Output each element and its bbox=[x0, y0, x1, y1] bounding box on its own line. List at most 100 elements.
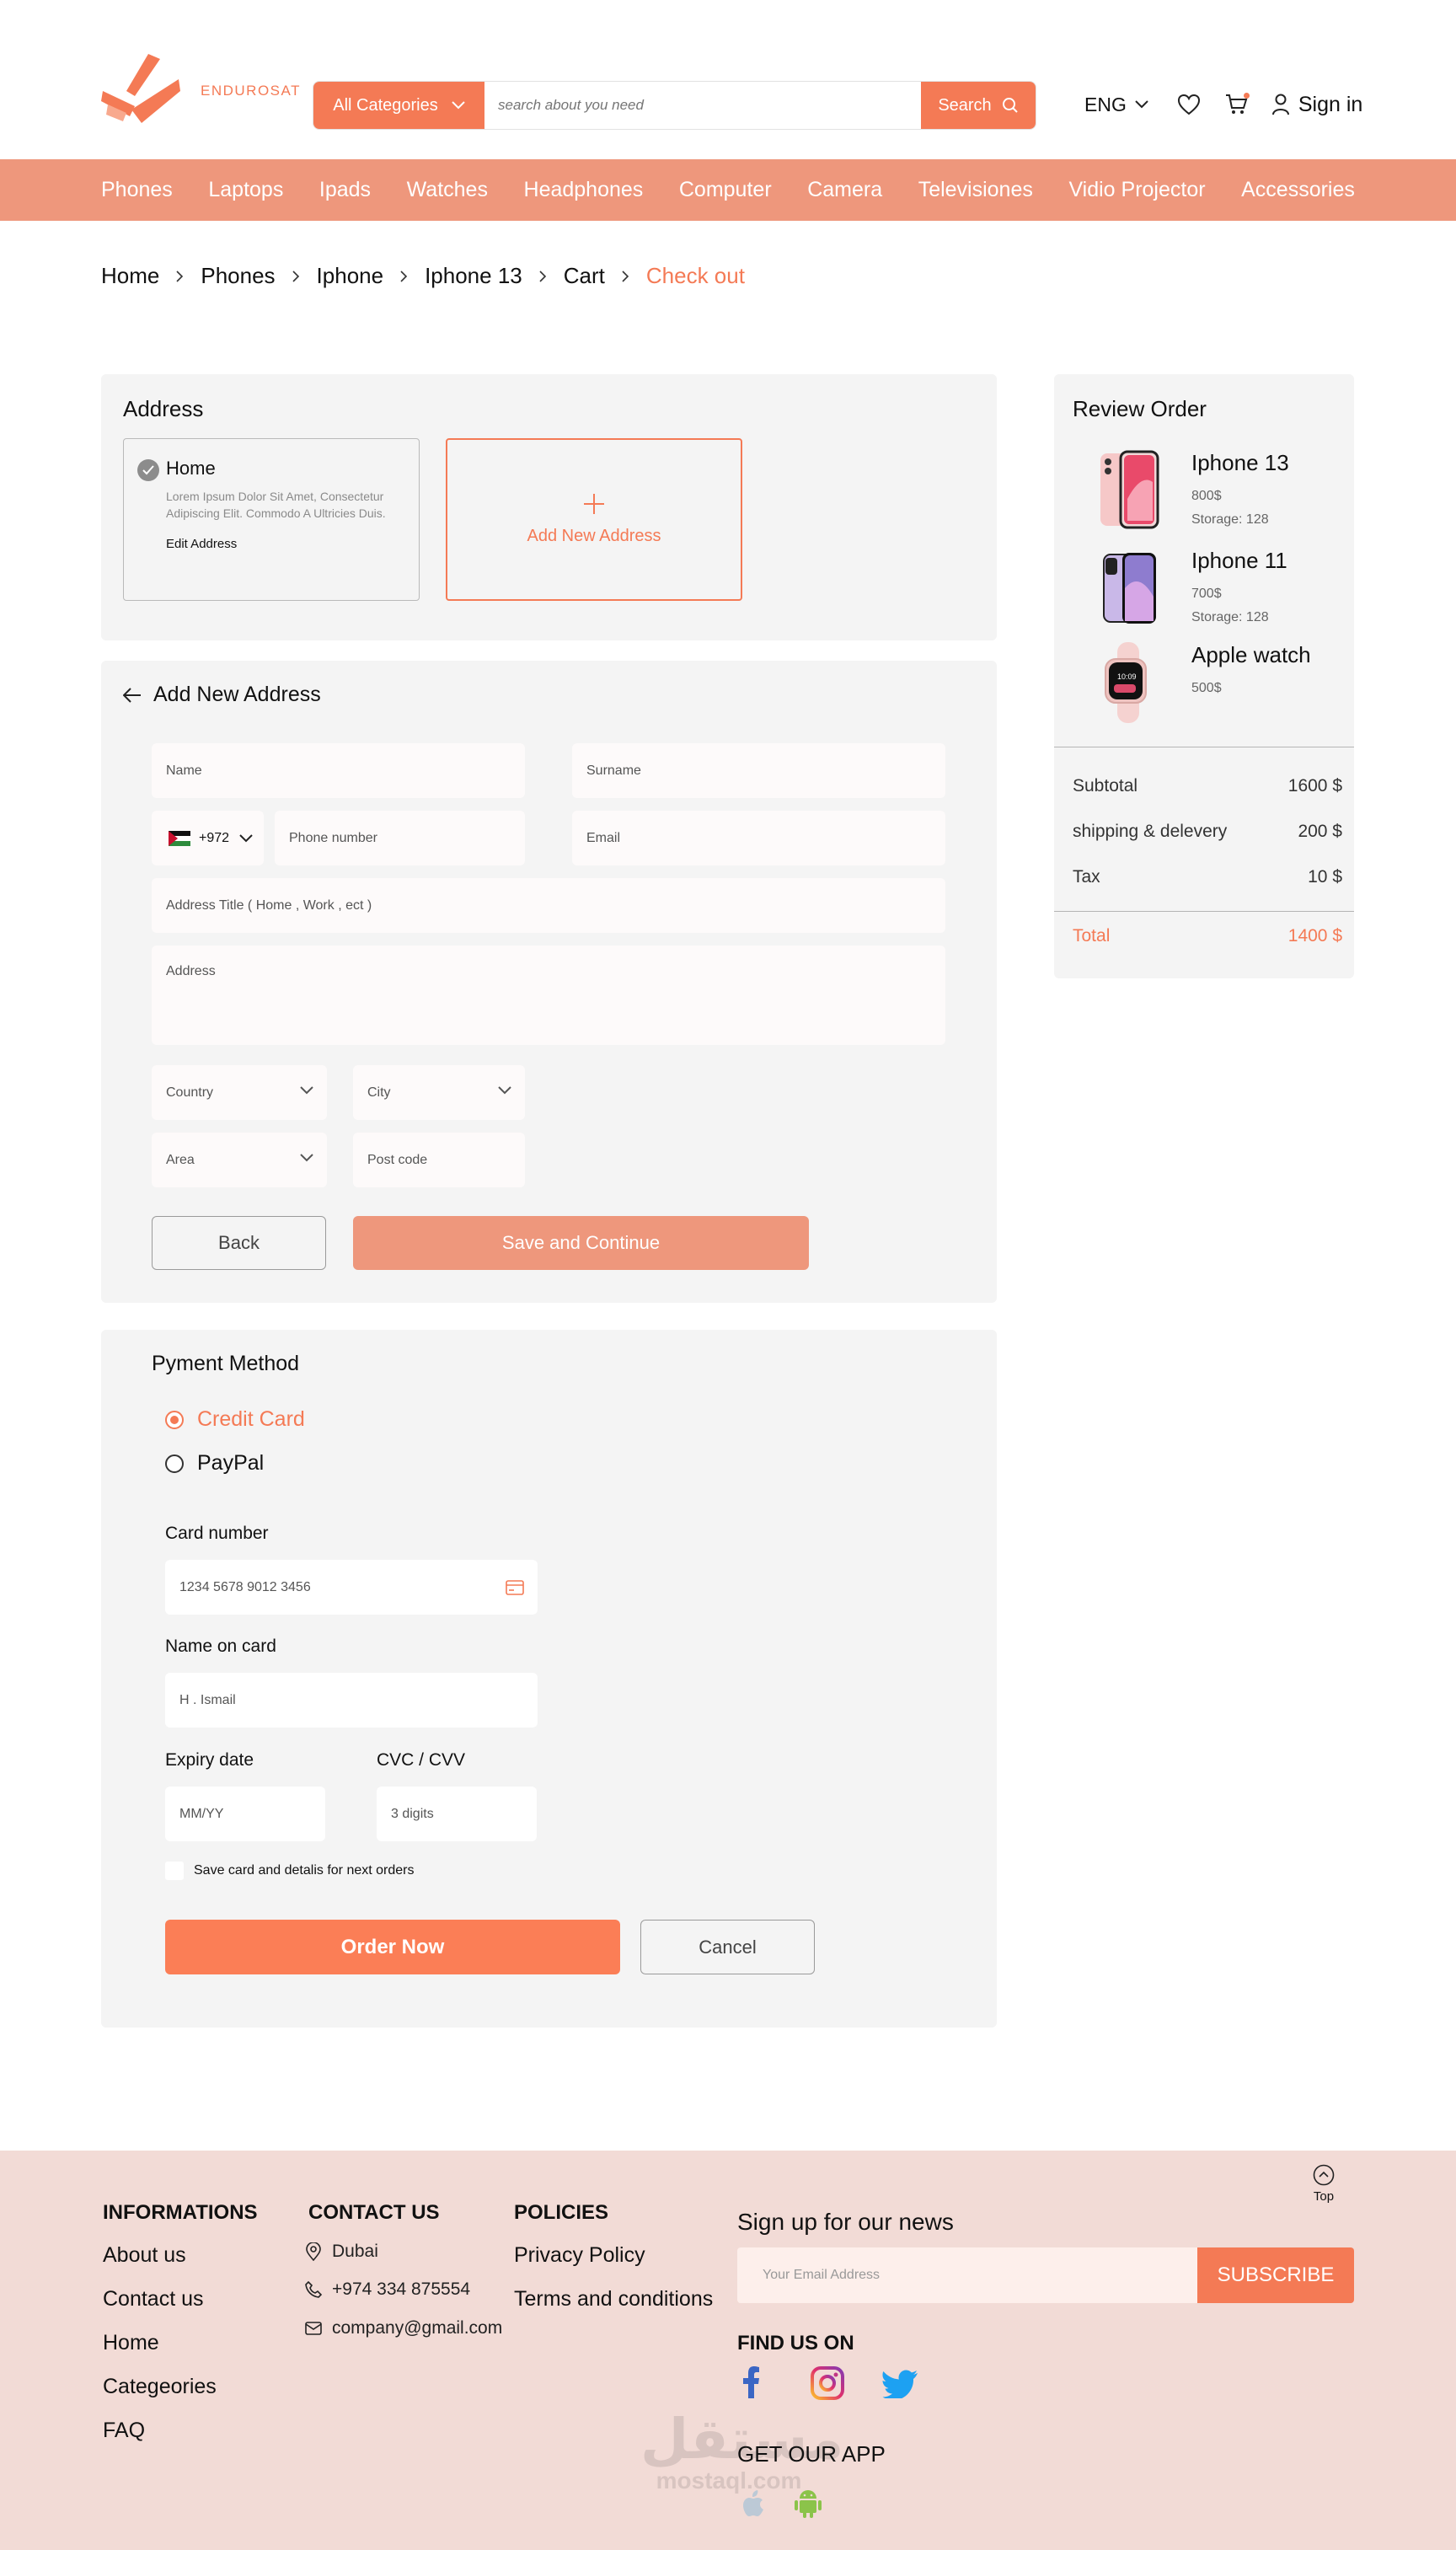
expiry-field[interactable]: MM/YY bbox=[165, 1787, 325, 1841]
cvc-field[interactable]: 3 digits bbox=[377, 1787, 537, 1841]
nav-item[interactable]: Watches bbox=[407, 178, 488, 202]
name-on-card-label: Name on card bbox=[165, 1637, 276, 1656]
category-dropdown[interactable]: All Categories bbox=[313, 82, 484, 129]
save-card-checkbox[interactable] bbox=[165, 1862, 184, 1880]
summary-value: 10 $ bbox=[1308, 867, 1342, 887]
search-button[interactable]: Search bbox=[921, 82, 1036, 129]
summary-value: 1600 $ bbox=[1287, 776, 1342, 796]
back-to-top-button[interactable]: Top bbox=[1313, 2164, 1335, 2204]
breadcrumb-item[interactable]: Iphone bbox=[317, 263, 384, 289]
contact-email[interactable]: company@gmail.com bbox=[305, 2318, 502, 2338]
category-label: All Categories bbox=[333, 95, 438, 115]
brand-logo[interactable]: ENDUROSAT bbox=[101, 54, 301, 128]
item-price: 700$ bbox=[1191, 587, 1222, 601]
nav-item[interactable]: Computer bbox=[679, 178, 772, 202]
country-select[interactable]: Country bbox=[152, 1065, 327, 1120]
nav-item[interactable]: Camera bbox=[807, 178, 882, 202]
phone-field[interactable]: Phone number bbox=[275, 811, 525, 865]
cart-button[interactable] bbox=[1224, 93, 1250, 116]
footer-link-faq[interactable]: FAQ bbox=[103, 2419, 145, 2443]
breadcrumb-item[interactable]: Phones bbox=[201, 263, 275, 289]
search-input[interactable] bbox=[484, 82, 921, 129]
cancel-button[interactable]: Cancel bbox=[640, 1920, 815, 1974]
new-address-header: Add New Address bbox=[123, 683, 321, 707]
card-number-field[interactable]: 1234 5678 9012 3456 bbox=[165, 1560, 538, 1615]
breadcrumb-item[interactable]: Home bbox=[101, 263, 159, 289]
nav-item[interactable]: Vidio Projector bbox=[1068, 178, 1205, 202]
paypal-option[interactable]: PayPal bbox=[165, 1451, 264, 1476]
twitter-icon[interactable] bbox=[882, 2370, 918, 2398]
add-new-address-card[interactable]: Add New Address bbox=[446, 438, 742, 601]
review-item-info: Iphone 11 700$ Storage: 128 bbox=[1191, 546, 1287, 630]
summary-row-tax: Tax 10 $ bbox=[1073, 867, 1342, 887]
footer-link-terms[interactable]: Terms and conditions bbox=[514, 2287, 713, 2312]
footer-link-categories[interactable]: Categeories bbox=[103, 2375, 217, 2399]
name-on-card-field[interactable]: H . Ismail bbox=[165, 1673, 538, 1728]
nav-item[interactable]: Laptops bbox=[208, 178, 283, 202]
phone-code-select[interactable]: +972 bbox=[152, 811, 264, 865]
arrow-left-icon[interactable] bbox=[123, 687, 142, 703]
review-item: 10:09 Apple watch 500$ bbox=[1097, 640, 1311, 725]
surname-field[interactable]: Surname bbox=[572, 743, 945, 798]
svg-text:10:09: 10:09 bbox=[1117, 672, 1137, 681]
language-selector[interactable]: ENG bbox=[1084, 94, 1148, 116]
footer-link-privacy[interactable]: Privacy Policy bbox=[514, 2243, 645, 2268]
newsletter-title: Sign up for our news bbox=[737, 2209, 954, 2235]
facebook-icon[interactable] bbox=[743, 2366, 760, 2398]
city-select[interactable]: City bbox=[353, 1065, 525, 1120]
apple-watch-image: 10:09 bbox=[1097, 640, 1161, 725]
mail-icon bbox=[305, 2322, 322, 2335]
edit-address-link[interactable]: Edit Address bbox=[166, 537, 237, 551]
address-title-field[interactable]: Address Title ( Home , Work , ect ) bbox=[152, 878, 945, 933]
nav-item[interactable]: Headphones bbox=[524, 178, 644, 202]
footer-link-about[interactable]: About us bbox=[103, 2243, 186, 2268]
area-select[interactable]: Area bbox=[152, 1133, 327, 1187]
back-button[interactable]: Back bbox=[152, 1216, 326, 1270]
saved-address-card[interactable]: Home Lorem Ipsum Dolor Sit Amet, Consect… bbox=[123, 438, 420, 601]
summary-label: Subtotal bbox=[1073, 776, 1138, 796]
email-field[interactable]: Email bbox=[572, 811, 945, 865]
chevron-right-icon bbox=[400, 270, 408, 282]
nav-item[interactable]: Accessories bbox=[1241, 178, 1355, 202]
apple-store-icon[interactable] bbox=[741, 2490, 765, 2517]
newsletter-email-input[interactable]: Your Email Address bbox=[737, 2247, 1197, 2303]
chevron-right-icon bbox=[539, 270, 547, 282]
credit-card-option[interactable]: Credit Card bbox=[165, 1407, 305, 1432]
instagram-icon[interactable] bbox=[811, 2366, 844, 2400]
brand-name: ENDUROSAT bbox=[201, 83, 301, 99]
contact-phone[interactable]: +974 334 875554 bbox=[305, 2279, 470, 2300]
item-storage: Storage: 128 bbox=[1191, 512, 1269, 527]
total-value: 1400 $ bbox=[1287, 926, 1342, 946]
breadcrumb-item[interactable]: Cart bbox=[564, 263, 605, 289]
save-continue-button[interactable]: Save and Continue bbox=[353, 1216, 809, 1270]
saved-address-name: Home bbox=[166, 458, 216, 479]
find-us-heading: FIND US ON bbox=[737, 2332, 854, 2354]
address-field[interactable]: Address bbox=[152, 946, 945, 1045]
nav-item[interactable]: Phones bbox=[101, 178, 173, 202]
chevron-down-icon bbox=[239, 833, 253, 842]
chevron-down-icon bbox=[300, 1153, 313, 1161]
nav-item[interactable]: Televisiones bbox=[918, 178, 1033, 202]
iphone-11-image bbox=[1097, 546, 1161, 630]
subscribe-button[interactable]: SUBSCRIBE bbox=[1197, 2247, 1354, 2303]
breadcrumb-item[interactable]: Iphone 13 bbox=[425, 263, 522, 289]
signin-button[interactable]: Sign in bbox=[1271, 93, 1362, 117]
summary-row-subtotal: Subtotal 1600 $ bbox=[1073, 776, 1342, 796]
postcode-field[interactable]: Post code bbox=[353, 1133, 525, 1187]
radio-unselected bbox=[165, 1454, 184, 1473]
wishlist-button[interactable] bbox=[1177, 94, 1201, 115]
search-icon bbox=[1002, 98, 1018, 113]
new-address-title: Add New Address bbox=[153, 683, 321, 706]
name-field[interactable]: Name bbox=[152, 743, 525, 798]
android-icon[interactable] bbox=[794, 2488, 822, 2519]
payment-title: Pyment Method bbox=[152, 1352, 300, 1375]
chevron-right-icon bbox=[622, 270, 629, 282]
footer-link-contact[interactable]: Contact us bbox=[103, 2287, 204, 2312]
footer-link-home[interactable]: Home bbox=[103, 2331, 159, 2355]
chevron-down-icon bbox=[1135, 100, 1148, 109]
divider bbox=[1054, 911, 1354, 912]
flag-icon bbox=[169, 830, 190, 846]
order-now-button[interactable]: Order Now bbox=[165, 1920, 620, 1974]
plus-icon bbox=[584, 494, 604, 514]
nav-item[interactable]: Ipads bbox=[319, 178, 371, 202]
